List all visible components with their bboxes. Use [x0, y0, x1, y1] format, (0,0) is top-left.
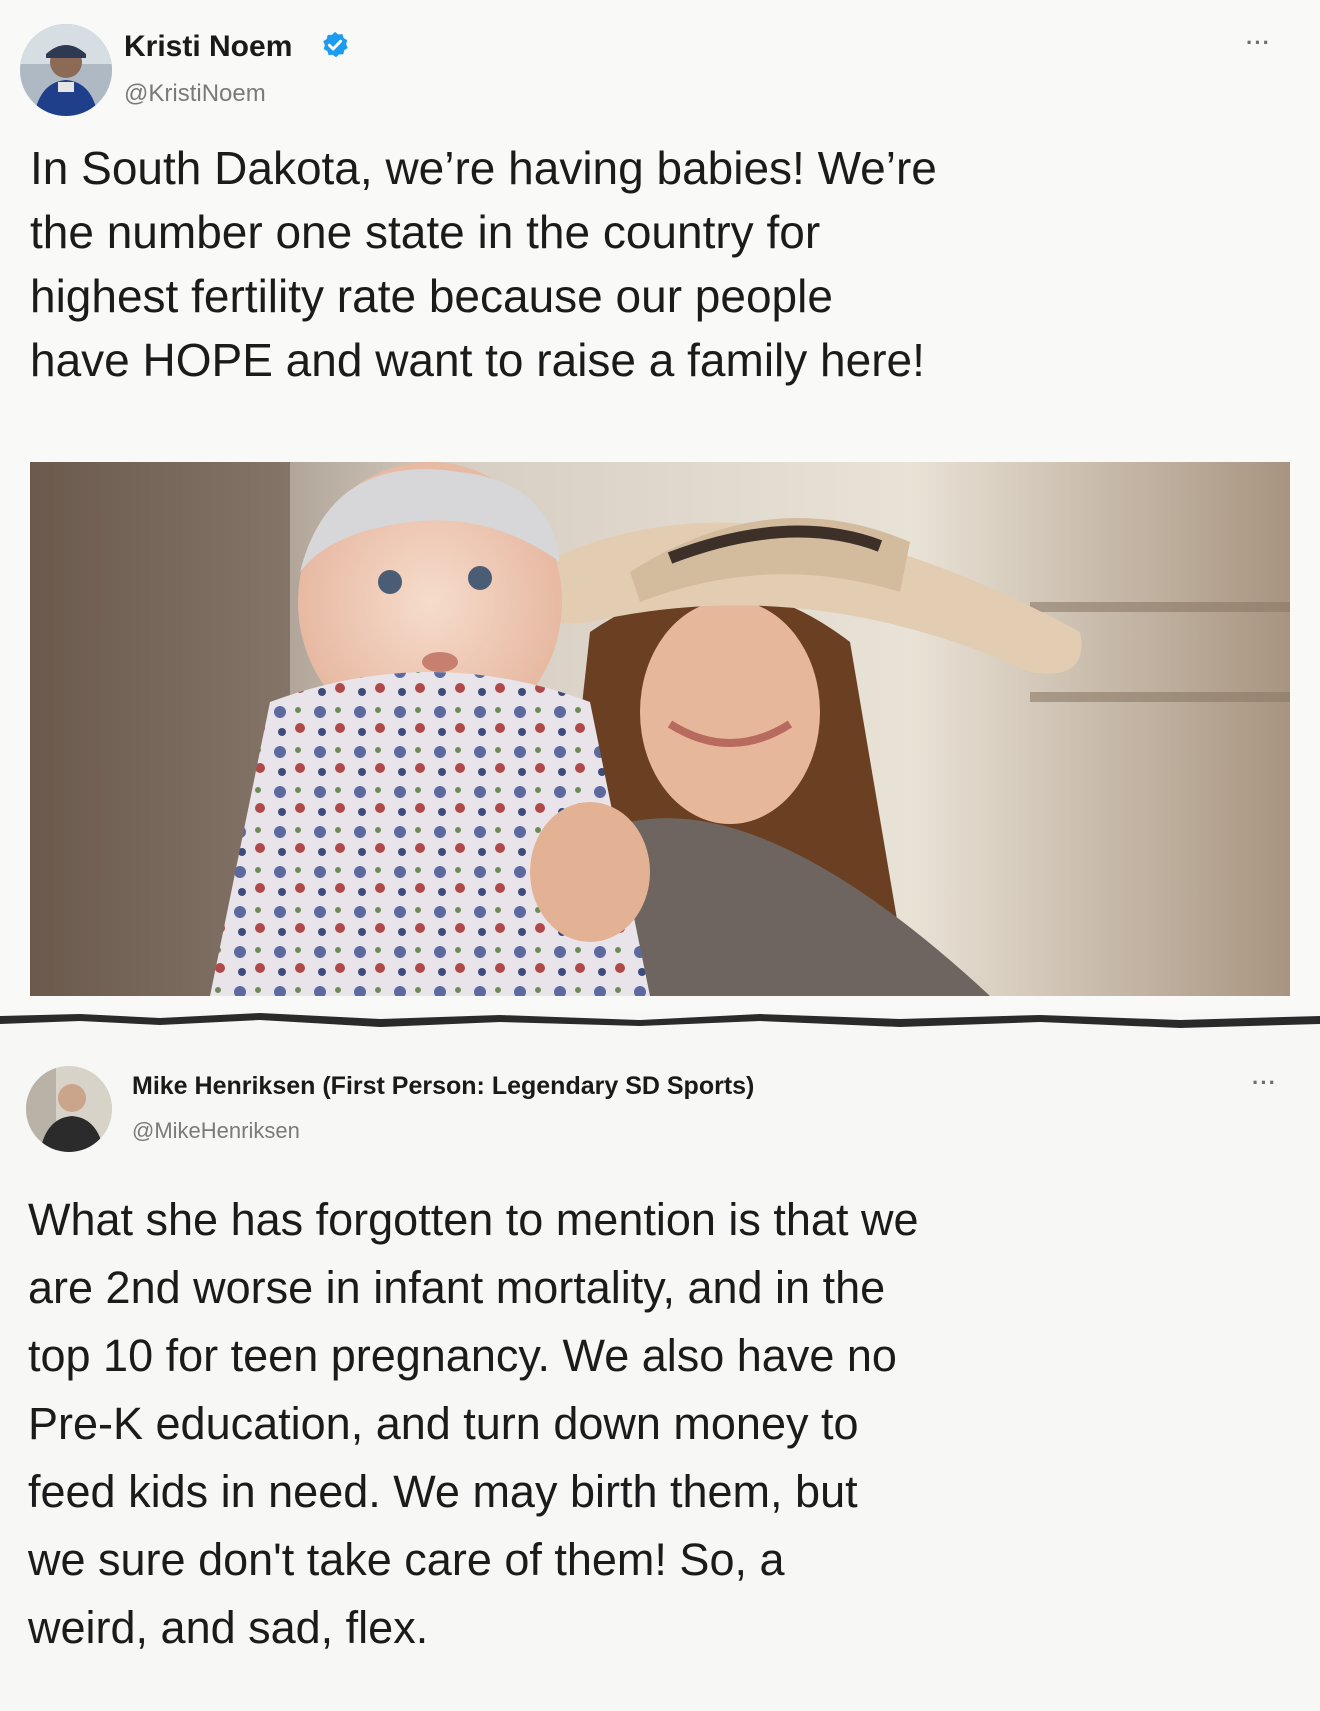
- more-options-icon[interactable]: ···: [1246, 30, 1271, 56]
- tweet-photo[interactable]: [30, 462, 1290, 996]
- tweet-text-line: the number one state in the country for: [30, 206, 821, 258]
- tweet-text-line: What she has forgotten to mention is tha…: [28, 1194, 919, 1245]
- torn-divider: [0, 1010, 1320, 1036]
- author-name[interactable]: Kristi Noem: [124, 30, 292, 64]
- tweet-text-line: weird, and sad, flex.: [28, 1602, 429, 1653]
- tweet-text-line: top 10 for teen pregnancy. We also have …: [28, 1330, 897, 1381]
- more-options-icon[interactable]: ···: [1252, 1070, 1277, 1096]
- tweet-text-line: we sure don't take care of them! So, a: [28, 1534, 785, 1585]
- author-handle[interactable]: @KristiNoem: [124, 80, 266, 108]
- tweet-text-line: are 2nd worse in infant mortality, and i…: [28, 1262, 886, 1313]
- avatar[interactable]: [20, 24, 112, 116]
- photo-woman-holding-baby-icon: [30, 462, 1290, 996]
- author-name[interactable]: Mike Henriksen (First Person: Legendary …: [132, 1072, 754, 1101]
- verified-badge-icon: [323, 31, 348, 58]
- avatar[interactable]: [26, 1066, 112, 1152]
- author-handle[interactable]: @MikeHenriksen: [132, 1118, 300, 1144]
- tweet-text-line: feed kids in need. We may birth them, bu…: [28, 1466, 858, 1517]
- tweet-text-line: Pre-K education, and turn down money to: [28, 1398, 859, 1449]
- tweet-text: What she has forgotten to mention is tha…: [28, 1186, 1308, 1662]
- tweet-card: Kristi Noem @KristiNoem ··· In South Dak…: [0, 0, 1320, 1010]
- tweet-text-line: In South Dakota, we’re having babies! We…: [30, 142, 937, 194]
- tweet-text-line: highest fertility rate because our peopl…: [30, 270, 833, 322]
- tweet-text: In South Dakota, we’re having babies! We…: [30, 136, 1300, 392]
- torn-edge-icon: [0, 1013, 1320, 1028]
- tweet-text-line: have HOPE and want to raise a family her…: [30, 334, 925, 386]
